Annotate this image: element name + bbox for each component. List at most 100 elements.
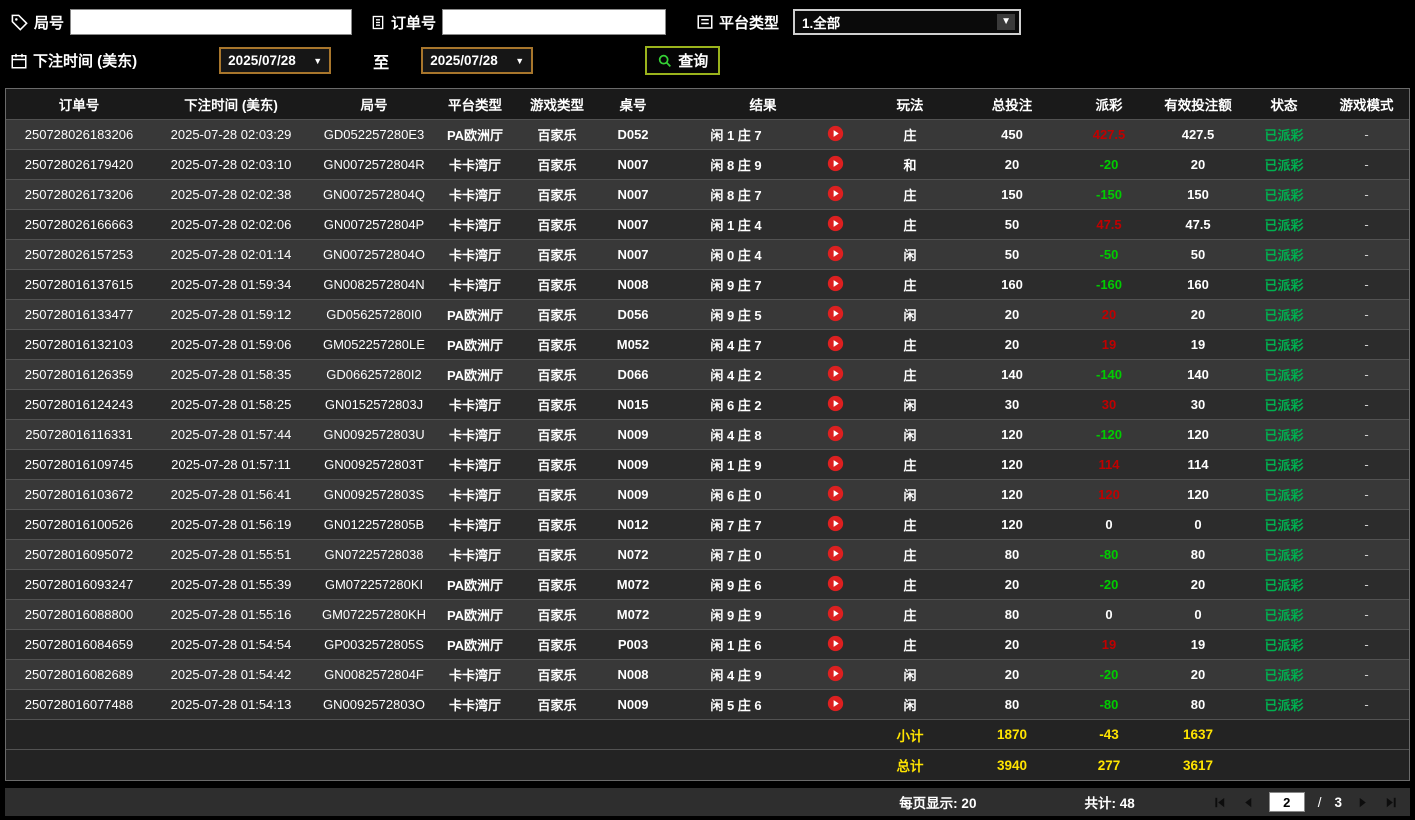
cell-replay (808, 455, 862, 475)
table-row: 250728016126359 2025-07-28 01:58:35 GD0662… (6, 360, 1409, 390)
cell-bet-time: 2025-07-28 01:55:51 (170, 547, 292, 562)
cell-round-id: GN0092572803T (324, 457, 424, 472)
cell-status: 已派彩 (1264, 338, 1304, 353)
cell-payout: 47.5 (1096, 217, 1122, 232)
cell-result: 闲 8 庄 9 (710, 158, 762, 173)
cell-total-bet: 30 (1004, 397, 1020, 412)
cell-play-type: 庄 (903, 128, 917, 143)
play-replay-button[interactable] (827, 455, 844, 472)
table-row: 250728016109745 2025-07-28 01:57:11 GN0092… (6, 450, 1409, 480)
cell-play-type: 庄 (903, 368, 917, 383)
cell-game-type: 百家乐 (537, 488, 577, 503)
play-replay-button[interactable] (827, 665, 844, 682)
cell-status: 已派彩 (1264, 518, 1304, 533)
cell-total-bet: 450 (1001, 127, 1023, 142)
cell-play-type: 闲 (903, 488, 917, 503)
page-number-input[interactable] (1268, 792, 1305, 812)
play-replay-button[interactable] (827, 245, 844, 262)
cell-replay (808, 365, 862, 385)
cell-game-type: 百家乐 (537, 128, 577, 143)
query-button[interactable]: 查询 (645, 46, 721, 75)
cell-result: 闲 1 庄 4 (710, 218, 762, 233)
cell-replay (808, 215, 862, 235)
cell-status: 已派彩 (1264, 548, 1304, 563)
cell-total-bet: 20 (1004, 637, 1020, 652)
play-replay-button[interactable] (827, 215, 844, 232)
order-number-label: 订单号 (391, 14, 437, 32)
cell-table-no: N015 (617, 397, 649, 412)
play-replay-button[interactable] (827, 125, 844, 142)
play-replay-button[interactable] (827, 155, 844, 172)
play-replay-button[interactable] (827, 395, 844, 412)
play-replay-button[interactable] (827, 365, 844, 382)
play-replay-button[interactable] (827, 275, 844, 292)
first-page-button[interactable] (1213, 795, 1228, 810)
play-replay-button[interactable] (827, 605, 844, 622)
play-replay-button[interactable] (827, 335, 844, 352)
play-replay-button[interactable] (827, 485, 844, 502)
cell-game-type: 百家乐 (537, 638, 577, 653)
play-replay-button[interactable] (827, 575, 844, 592)
play-replay-button[interactable] (827, 305, 844, 322)
platform-type-select[interactable]: 1.全部 ▼ (793, 9, 1022, 35)
cell-table-no: N008 (617, 667, 649, 682)
play-replay-button[interactable] (827, 425, 844, 442)
cell-game-mode: - (1364, 397, 1369, 412)
order-number-input[interactable] (442, 9, 667, 35)
cell-game-type: 百家乐 (537, 578, 577, 593)
play-replay-button[interactable] (827, 695, 844, 712)
cell-result: 闲 1 庄 9 (710, 458, 762, 473)
play-replay-button[interactable] (827, 185, 844, 202)
table-row: 250728026157253 2025-07-28 02:01:14 GN0072… (6, 240, 1409, 270)
cell-table-no: N009 (617, 487, 649, 502)
cell-order-id: 250728016109745 (24, 457, 134, 472)
cell-order-id: 250728016116331 (25, 427, 133, 442)
cell-status: 已派彩 (1264, 128, 1304, 143)
cell-bet-time: 2025-07-28 01:59:06 (170, 337, 292, 352)
cell-order-id: 250728026179420 (24, 157, 134, 172)
cell-game-type: 百家乐 (537, 308, 577, 323)
tag-icon (10, 13, 29, 32)
cell-platform: PA欧洲厅 (446, 638, 504, 653)
cell-order-id: 250728026173206 (24, 187, 134, 202)
cell-platform: 卡卡湾厅 (448, 458, 501, 473)
round-number-input[interactable] (70, 9, 353, 35)
prev-page-button[interactable] (1241, 795, 1256, 810)
cell-payout: 30 (1101, 397, 1117, 412)
cell-play-type: 闲 (903, 698, 917, 713)
next-page-button[interactable] (1355, 795, 1370, 810)
header-result: 结果 (749, 98, 777, 113)
cell-round-id: GM072257280KH (321, 607, 427, 622)
cell-result: 闲 9 庄 5 (710, 308, 762, 323)
cell-play-type: 庄 (903, 218, 917, 233)
cell-game-type: 百家乐 (537, 338, 577, 353)
cell-game-mode: - (1364, 127, 1369, 142)
cell-table-no: N007 (617, 247, 649, 262)
cell-valid-bet: 80 (1190, 697, 1206, 712)
table-row: 250728016095072 2025-07-28 01:55:51 GN0722… (6, 540, 1409, 570)
cell-total-bet: 80 (1004, 547, 1020, 562)
date-from-picker[interactable]: 2025/07/28 ▼ (219, 47, 332, 74)
chevron-down-icon: ▼ (515, 55, 525, 66)
cell-status: 已派彩 (1264, 458, 1304, 473)
cell-replay (808, 665, 862, 685)
page-separator: / (1317, 794, 1322, 810)
play-replay-button[interactable] (827, 545, 844, 562)
cell-play-type: 庄 (903, 338, 917, 353)
play-replay-button[interactable] (827, 635, 844, 652)
last-page-button[interactable] (1383, 795, 1398, 810)
cell-valid-bet: 114 (1187, 457, 1209, 472)
total-count-text: 共计: 48 (1084, 796, 1135, 811)
cell-play-type: 庄 (903, 578, 917, 593)
cell-payout: -20 (1099, 667, 1119, 682)
cell-total-bet: 20 (1004, 307, 1020, 322)
total-total-bet: 3940 (996, 757, 1028, 773)
date-to-picker[interactable]: 2025/07/28 ▼ (421, 47, 534, 74)
play-replay-button[interactable] (827, 515, 844, 532)
total-row: 总计 3940 277 3617 (6, 750, 1409, 780)
cell-payout: -80 (1099, 547, 1119, 562)
cell-order-id: 250728016093247 (24, 577, 134, 592)
table-row: 250728026183206 2025-07-28 02:03:29 GD0522… (6, 120, 1409, 150)
cell-order-id: 250728016100526 (24, 517, 134, 532)
cell-result: 闲 4 庄 2 (710, 368, 762, 383)
